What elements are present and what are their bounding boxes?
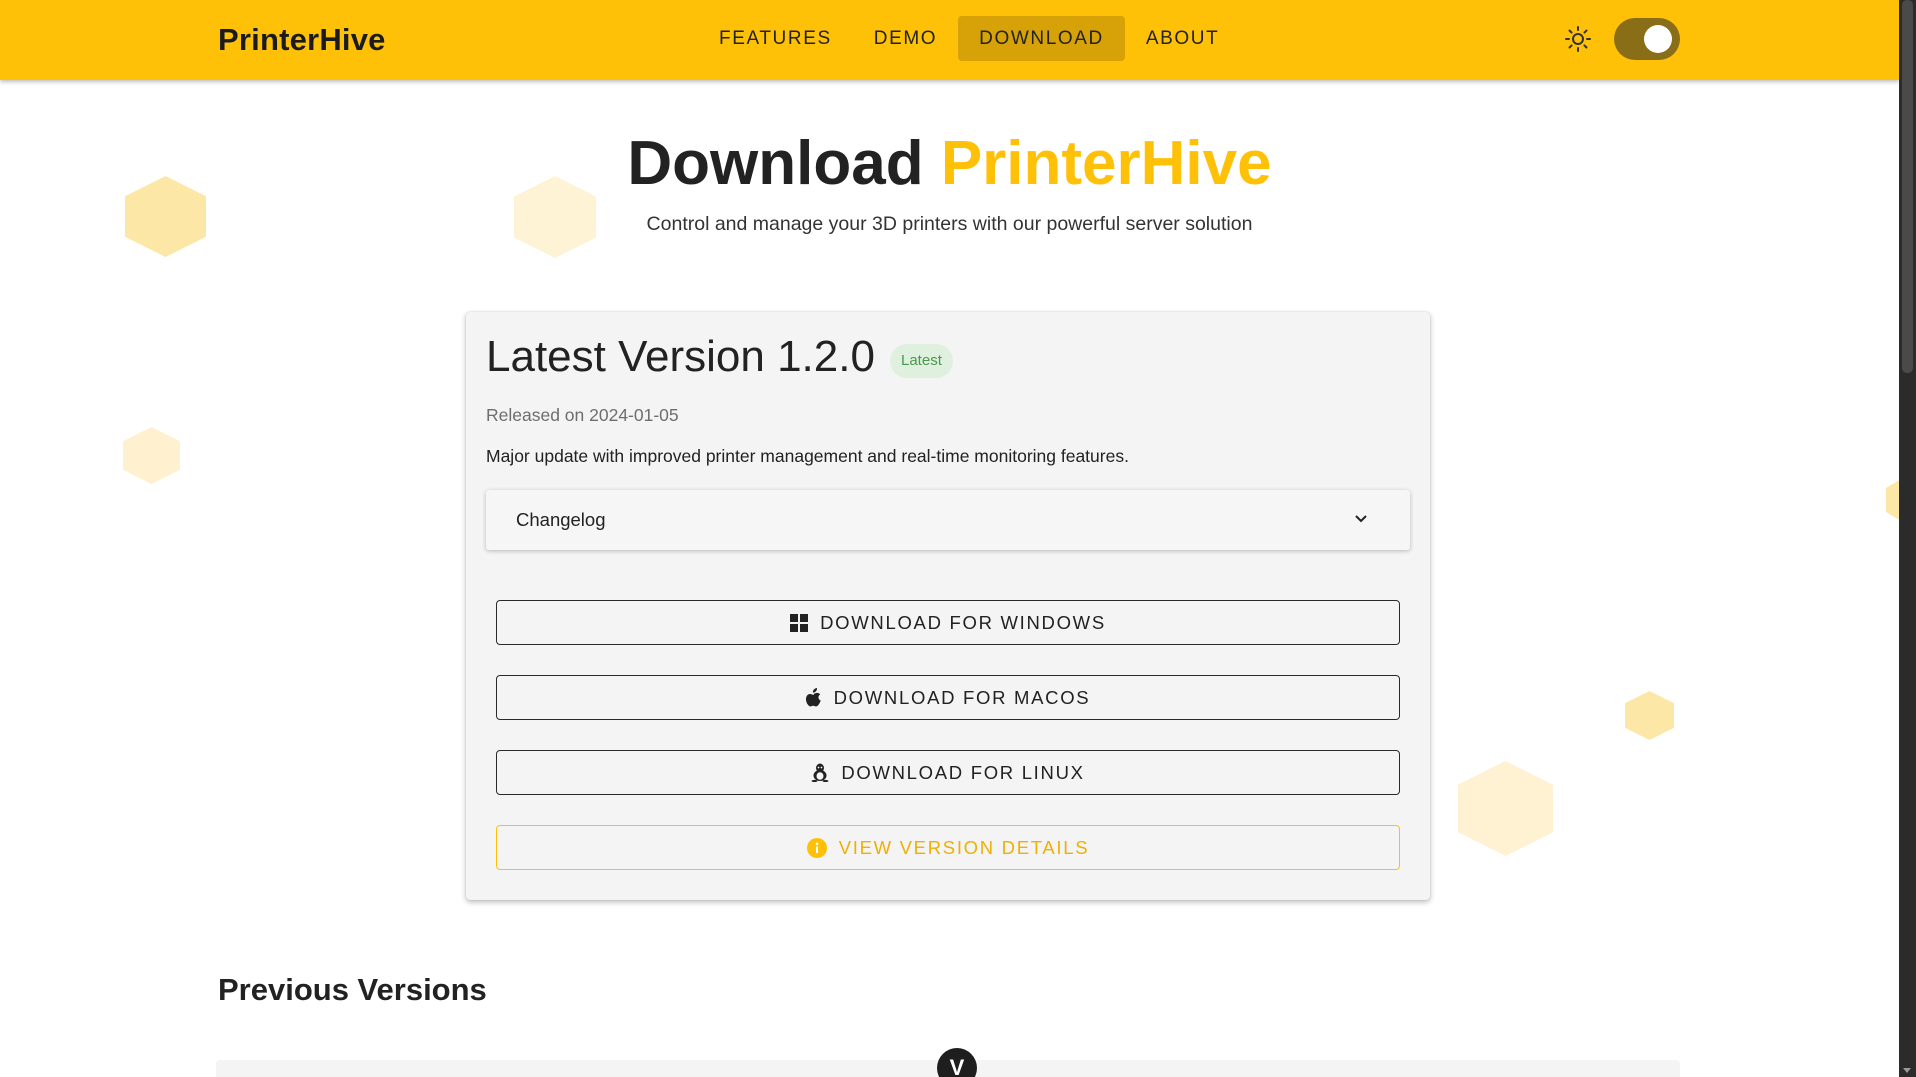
info-icon xyxy=(806,837,827,858)
download-windows-button[interactable]: DOWNLOAD FOR WINDOWS xyxy=(496,600,1400,645)
download-linux-button[interactable]: DOWNLOAD FOR LINUX xyxy=(496,750,1400,795)
download-macos-label: DOWNLOAD FOR MACOS xyxy=(833,686,1091,708)
linux-icon xyxy=(811,763,829,782)
windows-icon xyxy=(790,613,809,632)
scrollbar-thumb[interactable] xyxy=(1902,0,1913,373)
latest-version-title: Latest Version 1.2.0 xyxy=(486,332,875,381)
version-description: Major update with improved printer manag… xyxy=(486,446,1129,466)
view-version-details-label: VIEW VERSION DETAILS xyxy=(838,836,1090,858)
nav-download[interactable]: DOWNLOAD xyxy=(958,16,1125,61)
brand-logo-text[interactable]: PrinterHive xyxy=(218,22,386,58)
apple-icon xyxy=(805,688,821,707)
page-subtitle: Control and manage your 3D printers with… xyxy=(646,213,1253,235)
download-linux-label: DOWNLOAD FOR LINUX xyxy=(841,761,1085,783)
main-nav: FEATURES DEMO DOWNLOAD ABOUT xyxy=(698,16,1240,61)
nav-about[interactable]: ABOUT xyxy=(1125,16,1240,61)
page-title: Download PrinterHive xyxy=(0,128,1899,199)
theme-toggle[interactable] xyxy=(1614,18,1680,60)
page-viewport: PrinterHive FEATURES DEMO DOWNLOAD ABOUT xyxy=(0,0,1899,1077)
top-app-bar: PrinterHive FEATURES DEMO DOWNLOAD ABOUT xyxy=(0,0,1899,80)
changelog-expansion-panel[interactable]: Changelog xyxy=(486,490,1410,550)
sun-icon xyxy=(1565,26,1591,52)
decor-hexagon xyxy=(1458,761,1553,856)
scroll-down-arrow-icon[interactable] xyxy=(1903,1068,1911,1073)
page-title-prefix: Download xyxy=(627,129,924,198)
view-version-details-button[interactable]: VIEW VERSION DETAILS xyxy=(496,825,1400,870)
decor-hexagon xyxy=(123,427,180,484)
vue-devtools-button[interactable]: V xyxy=(937,1048,977,1077)
download-macos-button[interactable]: DOWNLOAD FOR MACOS xyxy=(496,675,1400,720)
decor-hexagon xyxy=(1886,476,1899,524)
nav-demo[interactable]: DEMO xyxy=(853,16,958,61)
download-windows-label: DOWNLOAD FOR WINDOWS xyxy=(820,611,1106,633)
changelog-label: Changelog xyxy=(516,509,606,530)
page-title-accent: PrinterHive xyxy=(940,129,1272,198)
vertical-scrollbar[interactable] xyxy=(1899,0,1916,1077)
latest-badge: Latest xyxy=(890,344,953,378)
previous-versions-title: Previous Versions xyxy=(218,972,487,1007)
nav-features[interactable]: FEATURES xyxy=(698,16,853,61)
theme-toggle-knob xyxy=(1644,25,1672,53)
decor-hexagon xyxy=(1625,691,1674,740)
release-date: Released on 2024-01-05 xyxy=(486,405,679,425)
chevron-down-icon xyxy=(1355,515,1367,523)
latest-version-card: Latest Version 1.2.0 Latest Released on … xyxy=(466,312,1430,900)
